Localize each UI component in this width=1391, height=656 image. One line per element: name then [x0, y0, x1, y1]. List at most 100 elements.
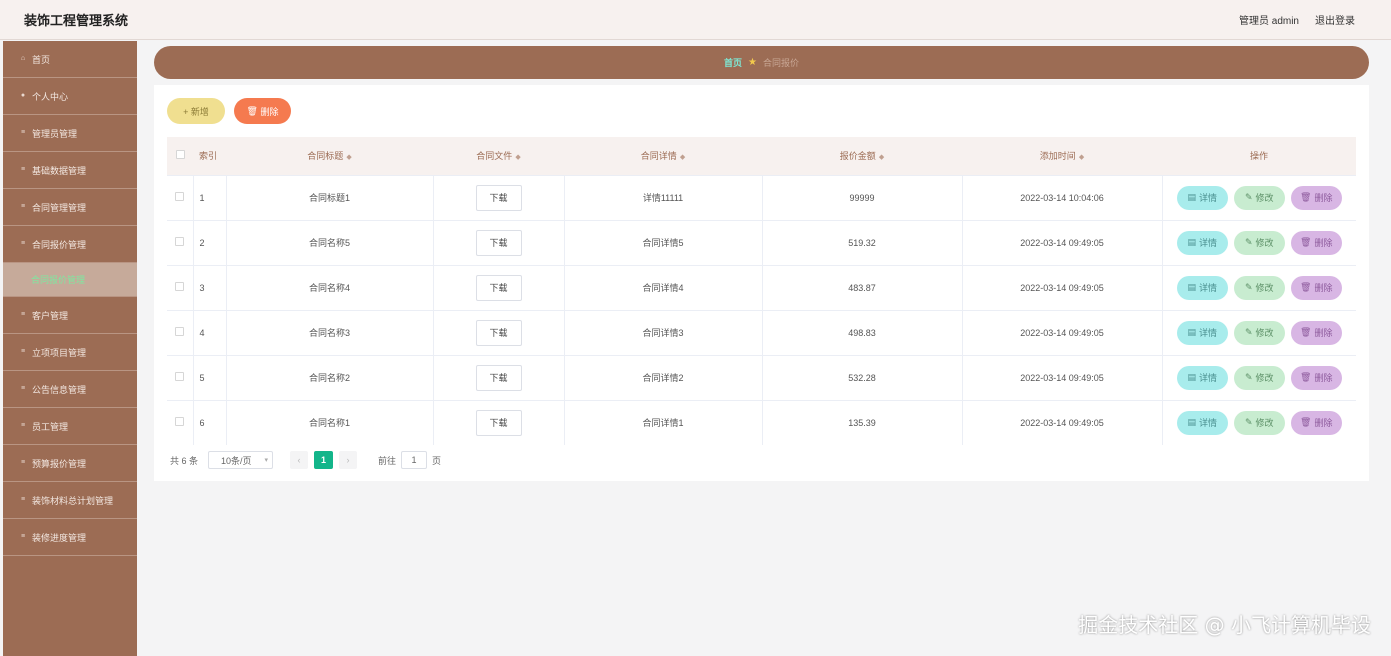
delete-label: 删除 [1314, 328, 1333, 338]
detail-button[interactable]: ▤ 详情 [1176, 320, 1228, 345]
sidebar-item[interactable]: ≡ 装饰材料总计划管理 [3, 482, 137, 519]
edit-button[interactable]: ✎ 修改 [1233, 275, 1285, 300]
header-amount-label: 报价金额 [839, 151, 876, 162]
table-row: 4 合同名称3 下载 合同详情3 498.83 2022-03-14 09:49:05 ▤ 详… [167, 309, 1356, 355]
detail-label: 详情 [1199, 373, 1218, 383]
delete-button[interactable]: 🗑 删除 [1290, 320, 1342, 345]
star-icon: ★ [748, 57, 757, 68]
breadcrumb-home[interactable]: 首页 [724, 56, 742, 69]
row-amount: 519.32 [762, 219, 963, 265]
delete-button[interactable]: 🗑 删除 [1290, 275, 1342, 300]
sidebar-item-label: 合同报价管理 [31, 275, 86, 285]
row-select-cell [167, 219, 194, 265]
header-amount[interactable]: 报价金额 ◆ [762, 137, 962, 175]
row-detail: 合同详情5 [564, 219, 763, 265]
edit-button[interactable]: ✎ 修改 [1233, 320, 1285, 345]
row-amount: 135.39 [762, 399, 963, 445]
main-content: 首页 ★ 合同报价 + 新增 🗑 删除 索引 合同标题 ◆ 合同文件 ◆ 合同详情 ◆ [137, 41, 1391, 656]
watermark: 掘金技术社区 @ 小飞计算机毕设 [1078, 613, 1371, 637]
edit-button[interactable]: ✎ 修改 [1233, 410, 1285, 435]
download-button[interactable]: 下载 [475, 319, 522, 346]
header-title[interactable]: 合同标题 ◆ [226, 137, 433, 175]
sort-icon[interactable]: ◆ [346, 154, 351, 161]
row-file-cell: 下载 [433, 219, 565, 265]
sidebar-subitem[interactable]: 合同报价管理 [3, 263, 137, 297]
page-size-select[interactable]: 10条/页 ▾ [208, 451, 274, 469]
data-table: 索引 合同标题 ◆ 合同文件 ◆ 合同详情 ◆ 报价金额 ◆ 添加时间 ◆ 操作 1 合同标… [167, 137, 1356, 445]
next-page-button[interactable]: › [339, 451, 358, 469]
header-time[interactable]: 添加时间 ◆ [962, 137, 1162, 175]
row-time: 2022-03-14 09:49:05 [962, 354, 1163, 400]
sidebar-item[interactable]: ≡ 基础数据管理 [3, 152, 137, 189]
sidebar-item-label: 立项项目管理 [32, 347, 87, 358]
sidebar-item[interactable]: ≡ 员工管理 [3, 408, 137, 445]
delete-button[interactable]: 🗑 删除 [1290, 410, 1342, 435]
sidebar-item[interactable]: ≡ 立项项目管理 [3, 334, 137, 371]
row-file-cell: 下载 [433, 354, 565, 400]
sidebar-item[interactable]: ≡ 客户管理 [3, 297, 137, 334]
header-detail[interactable]: 合同详情 ◆ [564, 137, 762, 175]
sort-icon[interactable]: ◆ [680, 154, 685, 161]
row-checkbox[interactable] [175, 237, 185, 246]
prev-page-button[interactable]: ‹ [290, 451, 309, 469]
row-ops: ▤ 详情 ✎ 修改 🗑 删除 [1162, 219, 1356, 265]
download-button[interactable]: 下载 [475, 229, 522, 256]
logout-link[interactable]: 退出登录 [1315, 12, 1355, 27]
sidebar-item[interactable]: ≡ 预算报价管理 [3, 445, 137, 482]
user-label[interactable]: 管理员 admin [1239, 12, 1299, 27]
download-button[interactable]: 下载 [475, 184, 522, 211]
row-file-cell: 下载 [433, 399, 565, 445]
sidebar-item[interactable]: ● 个人中心 [3, 78, 137, 115]
pagination: 共 6 条 10条/页 ▾ ‹ 1 › 前往 1 页 [170, 451, 441, 469]
sort-icon[interactable]: ◆ [515, 154, 520, 161]
sidebar-item[interactable]: ⌂ 首页 [3, 41, 137, 78]
detail-button[interactable]: ▤ 详情 [1176, 275, 1228, 300]
header-title-label: 合同标题 [307, 151, 344, 162]
row-checkbox[interactable] [175, 417, 185, 427]
sidebar-item-label: 合同报价管理 [32, 239, 87, 250]
page-number-current[interactable]: 1 [314, 451, 334, 469]
download-button[interactable]: 下载 [475, 364, 522, 391]
sidebar-item-label: 预算报价管理 [32, 458, 87, 469]
table-header-row: 索引 合同标题 ◆ 合同文件 ◆ 合同详情 ◆ 报价金额 ◆ 添加时间 ◆ 操作 [167, 137, 1356, 175]
delete-button[interactable]: 🗑 删除 [1290, 365, 1342, 390]
row-checkbox[interactable] [175, 192, 185, 201]
detail-button[interactable]: ▤ 详情 [1176, 365, 1228, 390]
table-row: 1 合同标题1 下载 详情11111 99999 2022-03-14 10:04:06 ▤… [167, 174, 1356, 220]
document-icon: ▤ [1187, 372, 1196, 382]
select-all-checkbox[interactable] [175, 150, 185, 160]
row-amount: 99999 [762, 174, 963, 220]
sidebar-item[interactable]: ≡ 公告信息管理 [3, 371, 137, 408]
row-checkbox[interactable] [175, 327, 185, 336]
sidebar-item[interactable]: ≡ 合同管理管理 [3, 189, 137, 226]
detail-button[interactable]: ▤ 详情 [1176, 410, 1228, 435]
sidebar-item[interactable]: ≡ 管理员管理 [3, 115, 137, 152]
sidebar-item[interactable]: ≡ 装修进度管理 [3, 519, 137, 556]
edit-button[interactable]: ✎ 修改 [1233, 365, 1285, 390]
delete-button[interactable]: 🗑 删除 [1290, 230, 1342, 255]
row-time: 2022-03-14 09:49:05 [962, 264, 1163, 310]
edit-button[interactable]: ✎ 修改 [1233, 230, 1285, 255]
download-button[interactable]: 下载 [475, 409, 522, 436]
sidebar-item[interactable]: ≡ 合同报价管理 [3, 226, 137, 263]
row-detail: 合同详情1 [564, 399, 763, 445]
detail-button[interactable]: ▤ 详情 [1176, 230, 1228, 255]
header-file[interactable]: 合同文件 ◆ [433, 137, 564, 175]
sort-icon[interactable]: ◆ [879, 154, 884, 161]
delete-button[interactable]: 🗑 删除 [1290, 185, 1342, 210]
row-checkbox[interactable] [175, 282, 185, 291]
document-icon: ▤ [1187, 282, 1196, 292]
goto-page-input[interactable]: 1 [401, 451, 428, 469]
breadcrumb-current: 合同报价 [762, 58, 799, 68]
row-checkbox[interactable] [175, 372, 185, 381]
sort-icon[interactable]: ◆ [1079, 154, 1084, 161]
add-button[interactable]: + 新增 [167, 98, 225, 124]
delete-label: 删除 [1314, 283, 1333, 293]
download-button[interactable]: 下载 [475, 274, 522, 301]
trash-icon: 🗑 [1300, 327, 1312, 337]
menu-icon: ≡ [20, 496, 26, 503]
edit-button[interactable]: ✎ 修改 [1233, 185, 1285, 210]
menu-icon: ≡ [20, 240, 26, 247]
detail-button[interactable]: ▤ 详情 [1176, 185, 1228, 210]
batch-delete-button[interactable]: 🗑 删除 [234, 98, 291, 124]
